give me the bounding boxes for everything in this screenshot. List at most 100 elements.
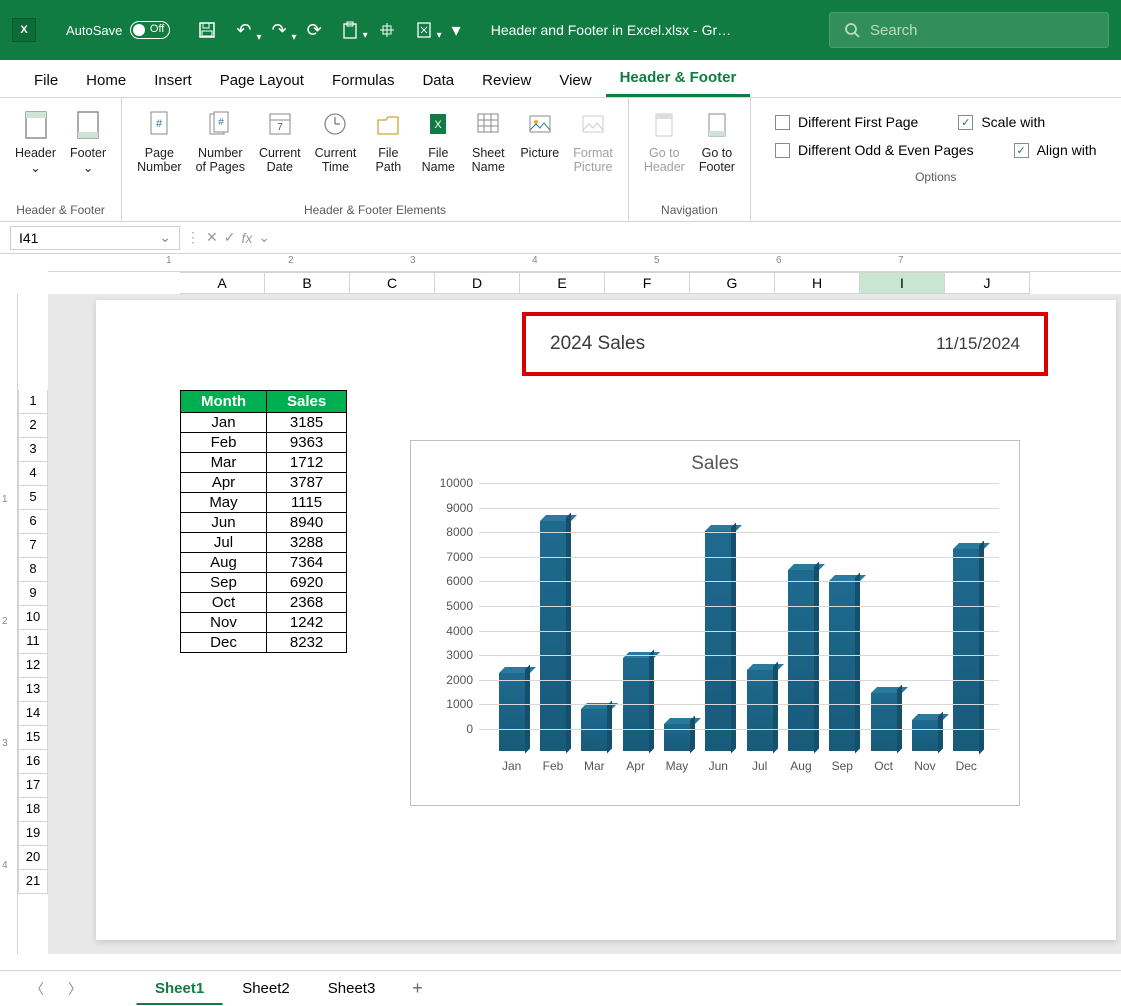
column-header-F[interactable]: F xyxy=(605,272,690,294)
column-header-I[interactable]: I xyxy=(860,272,945,294)
row-header-2[interactable]: 2 xyxy=(18,414,48,438)
fx-icon[interactable]: fx xyxy=(241,230,252,246)
table-row[interactable]: Sep6920 xyxy=(181,573,347,593)
file-path-button[interactable]: File Path xyxy=(365,104,411,201)
chart-bar[interactable] xyxy=(871,693,897,751)
add-sheet-button[interactable]: + xyxy=(398,978,437,999)
more-icon[interactable]: ▾ xyxy=(452,20,461,41)
row-header-17[interactable]: 17 xyxy=(18,774,48,798)
next-sheet-icon[interactable]: 〉 xyxy=(58,979,92,999)
row-header-15[interactable]: 15 xyxy=(18,726,48,750)
toggle-switch[interactable]: Off xyxy=(130,21,170,39)
formula-input[interactable] xyxy=(276,226,1111,250)
chart-bar[interactable] xyxy=(747,670,773,751)
table-row[interactable]: Jul3288 xyxy=(181,533,347,553)
current-time-button[interactable]: Current Time xyxy=(310,104,362,201)
table-row[interactable]: Mar1712 xyxy=(181,453,347,473)
row-header-10[interactable]: 10 xyxy=(18,606,48,630)
redo-icon[interactable]: ↷▾ xyxy=(271,20,286,41)
row-header-3[interactable]: 3 xyxy=(18,438,48,462)
column-header-G[interactable]: G xyxy=(690,272,775,294)
chart-bar[interactable] xyxy=(788,570,814,751)
table-row[interactable]: Jun8940 xyxy=(181,513,347,533)
row-header-13[interactable]: 13 xyxy=(18,678,48,702)
tab-home[interactable]: Home xyxy=(72,64,140,97)
page-header-highlight[interactable]: 2024 Sales 11/15/2024 xyxy=(522,312,1048,376)
column-header-J[interactable]: J xyxy=(945,272,1030,294)
row-header-5[interactable]: 5 xyxy=(18,486,48,510)
row-header-19[interactable]: 19 xyxy=(18,822,48,846)
format-icon[interactable]: ▾ xyxy=(416,21,432,39)
footer-button[interactable]: Footer⌄ xyxy=(65,104,111,201)
row-header-1[interactable]: 1 xyxy=(18,390,48,414)
chart-bar[interactable] xyxy=(664,724,690,751)
sheet-tab-sheet2[interactable]: Sheet2 xyxy=(223,973,309,1005)
chart-bar[interactable] xyxy=(540,521,566,751)
row-header-21[interactable]: 21 xyxy=(18,870,48,894)
autosave-toggle[interactable]: AutoSave Off xyxy=(66,21,170,39)
table-row[interactable]: Apr3787 xyxy=(181,473,347,493)
current-date-button[interactable]: 7Current Date xyxy=(254,104,306,201)
tab-data[interactable]: Data xyxy=(408,64,468,97)
chevron-down-icon[interactable]: ⌄ xyxy=(258,229,270,246)
row-header-14[interactable]: 14 xyxy=(18,702,48,726)
row-header-11[interactable]: 11 xyxy=(18,630,48,654)
table-row[interactable]: Jan3185 xyxy=(181,413,347,433)
scale-with-checkbox[interactable]: ✓Scale with xyxy=(958,114,1045,130)
chart-bar[interactable] xyxy=(705,531,731,751)
number-of-pages-button[interactable]: #Number of Pages xyxy=(191,104,250,201)
different-first-page-checkbox[interactable]: Different First Page xyxy=(775,114,918,130)
chart-bar[interactable] xyxy=(499,673,525,751)
tab-review[interactable]: Review xyxy=(468,64,545,97)
page-number-button[interactable]: #Page Number xyxy=(132,104,186,201)
column-header-B[interactable]: B xyxy=(265,272,350,294)
sheet-name-button[interactable]: Sheet Name xyxy=(465,104,511,201)
undo-icon[interactable]: ↶▾ xyxy=(236,20,251,41)
tab-insert[interactable]: Insert xyxy=(140,64,206,97)
clipboard-icon[interactable]: ▾ xyxy=(342,21,358,39)
sheet-tab-sheet1[interactable]: Sheet1 xyxy=(136,973,223,1005)
row-header-12[interactable]: 12 xyxy=(18,654,48,678)
row-header-18[interactable]: 18 xyxy=(18,798,48,822)
file-name-button[interactable]: XFile Name xyxy=(415,104,461,201)
align-with-checkbox[interactable]: ✓Align with xyxy=(1014,142,1097,158)
different-odd-even-checkbox[interactable]: Different Odd & Even Pages xyxy=(775,142,974,158)
chart-bar[interactable] xyxy=(912,720,938,751)
row-header-6[interactable]: 6 xyxy=(18,510,48,534)
table-row[interactable]: Nov1242 xyxy=(181,613,347,633)
column-header-H[interactable]: H xyxy=(775,272,860,294)
sheet-tab-sheet3[interactable]: Sheet3 xyxy=(309,973,395,1005)
column-header-A[interactable]: A xyxy=(180,272,265,294)
picture-button[interactable]: Picture xyxy=(515,104,564,201)
table-row[interactable]: Dec8232 xyxy=(181,633,347,653)
sales-chart[interactable]: Sales JanFebMarAprMayJunJulAugSepOctNovD… xyxy=(410,440,1020,806)
refresh-icon[interactable]: ⟳ xyxy=(307,20,322,41)
save-icon[interactable] xyxy=(198,21,216,39)
search-input[interactable] xyxy=(870,22,1094,39)
column-header-E[interactable]: E xyxy=(520,272,605,294)
center-icon[interactable] xyxy=(378,21,396,39)
table-row[interactable]: Feb9363 xyxy=(181,433,347,453)
tab-view[interactable]: View xyxy=(545,64,605,97)
table-row[interactable]: Oct2368 xyxy=(181,593,347,613)
column-header-D[interactable]: D xyxy=(435,272,520,294)
table-row[interactable]: Aug7364 xyxy=(181,553,347,573)
table-row[interactable]: May1115 xyxy=(181,493,347,513)
row-header-16[interactable]: 16 xyxy=(18,750,48,774)
name-box[interactable]: I41⌄ xyxy=(10,226,180,250)
header-button[interactable]: Header⌄ xyxy=(10,104,61,201)
goto-footer-button[interactable]: Go to Footer xyxy=(694,104,740,201)
column-header-C[interactable]: C xyxy=(350,272,435,294)
row-header-4[interactable]: 4 xyxy=(18,462,48,486)
search-box[interactable] xyxy=(829,12,1109,48)
row-header-9[interactable]: 9 xyxy=(18,582,48,606)
accept-icon[interactable]: ✓ xyxy=(224,229,236,246)
cancel-icon[interactable]: ✕ xyxy=(206,229,218,246)
row-header-8[interactable]: 8 xyxy=(18,558,48,582)
prev-sheet-icon[interactable]: 〈 xyxy=(20,979,54,999)
row-header-20[interactable]: 20 xyxy=(18,846,48,870)
tab-header-footer[interactable]: Header & Footer xyxy=(606,61,751,97)
tab-page-layout[interactable]: Page Layout xyxy=(206,64,318,97)
row-header-7[interactable]: 7 xyxy=(18,534,48,558)
tab-formulas[interactable]: Formulas xyxy=(318,64,409,97)
